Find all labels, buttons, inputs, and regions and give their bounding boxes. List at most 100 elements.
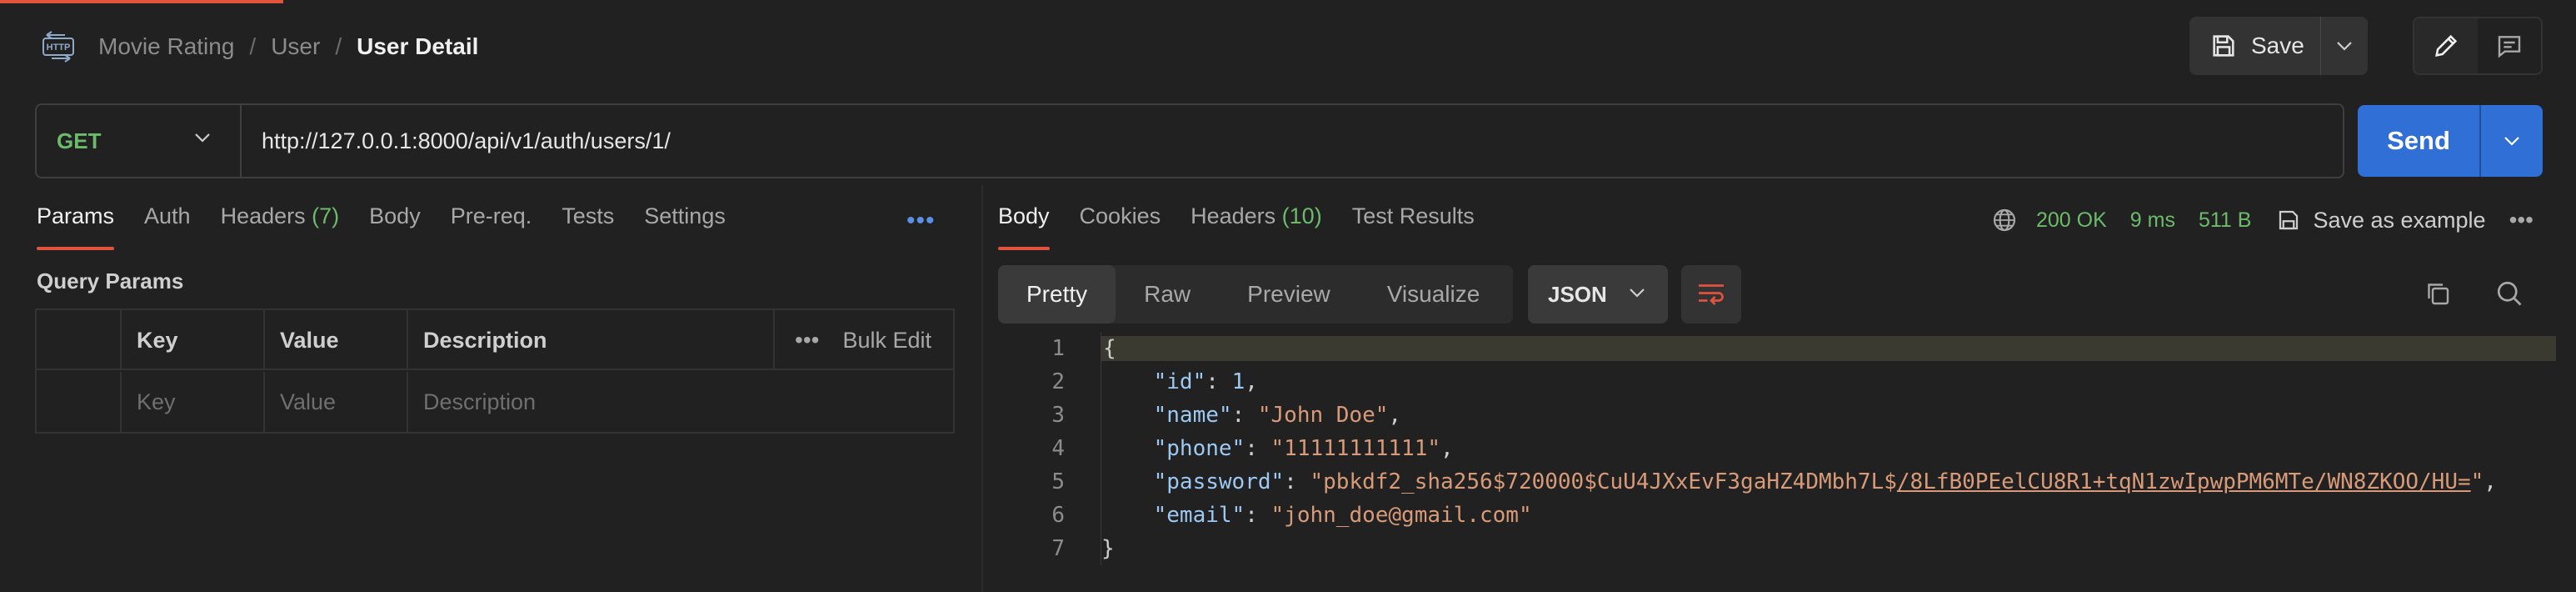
tab-params[interactable]: Params	[37, 203, 115, 250]
code-gutter	[1065, 499, 1101, 532]
response-size[interactable]: 511 B	[2199, 208, 2251, 233]
save-options-button[interactable]	[2321, 17, 2368, 75]
code-gutter	[1065, 399, 1101, 432]
breadcrumb-separator: /	[335, 33, 342, 59]
value-input[interactable]: Value	[263, 372, 407, 432]
tab-settings[interactable]: Settings	[644, 203, 726, 250]
key-input[interactable]: Key	[120, 372, 263, 432]
response-body-editor[interactable]: 1 { 2 "id": 1, 3 "name": "John Doe", 4 "…	[998, 332, 2556, 565]
tab-body[interactable]: Body	[369, 203, 421, 250]
tab-cookies[interactable]: Cookies	[1080, 203, 1161, 250]
http-request-icon: HTTP	[42, 31, 74, 63]
line-number: 2	[1051, 369, 1065, 394]
send-options-button[interactable]	[2481, 105, 2543, 177]
row-checkbox-cell	[37, 372, 120, 432]
tab-headers-label: Headers	[220, 203, 306, 228]
breadcrumb-separator: /	[249, 33, 257, 59]
view-tab-visualize[interactable]: Visualize	[1359, 265, 1509, 324]
code-line: 3 "name": "John Doe",	[998, 399, 2556, 432]
method-label: GET	[57, 128, 102, 153]
table-row: Key Value Description	[37, 372, 953, 432]
line-number: 3	[1051, 403, 1065, 428]
tab-pre-request[interactable]: Pre-req.	[451, 203, 532, 250]
breadcrumb: Movie Rating / User / User Detail	[98, 30, 478, 63]
pencil-icon	[2435, 34, 2458, 57]
code-gutter	[1065, 532, 1101, 565]
save-as-example-label: Save as example	[2313, 207, 2486, 233]
request-tabs: Params Auth Headers (7) Body Pre-req. Te…	[37, 203, 756, 250]
response-time[interactable]: 9 ms	[2130, 208, 2175, 233]
svg-text:HTTP: HTTP	[47, 43, 71, 53]
search-icon[interactable]	[2494, 278, 2524, 309]
description-input[interactable]: Description	[407, 372, 955, 432]
method-select[interactable]: GET	[37, 105, 242, 177]
wrap-lines-button[interactable]	[1681, 265, 1741, 324]
bulk-edit-link[interactable]: Bulk Edit	[842, 328, 931, 354]
code-gutter	[1065, 365, 1101, 399]
chevron-down-icon	[2504, 137, 2519, 146]
save-label: Save	[2251, 33, 2304, 58]
tab-headers-count: (7)	[312, 203, 340, 228]
save-button[interactable]: Save	[2189, 17, 2321, 75]
column-header-description: Description	[407, 310, 781, 370]
send-button[interactable]: Send	[2358, 105, 2481, 177]
url-input[interactable]: http://127.0.0.1:8000/api/v1/auth/users/…	[242, 128, 2343, 154]
line-number: 6	[1051, 503, 1065, 528]
code-text: {	[1101, 336, 2556, 361]
chevron-down-icon	[2337, 42, 2352, 51]
code-line: 7 }	[998, 532, 2556, 565]
json-phone-value: 11111111111	[1284, 436, 1428, 461]
view-mode-tabs: Pretty Raw Preview Visualize	[998, 265, 1513, 324]
code-text: "phone": "11111111111",	[1153, 436, 1454, 461]
line-number: 7	[1051, 536, 1065, 561]
tab-headers[interactable]: Headers (7)	[221, 203, 340, 250]
tab-tests[interactable]: Tests	[562, 203, 614, 250]
breadcrumb-folder[interactable]: User	[271, 33, 320, 60]
json-name-value: John Doe	[1271, 403, 1375, 428]
format-select[interactable]: JSON	[1528, 265, 1668, 324]
json-password-link[interactable]: /8LfB0PEelCU8R1+tqN1zwIpwpPM6MTe/WN8ZKOO…	[1897, 469, 2471, 494]
json-password-value: pbkdf2_sha256$720000$CuU4JXxEvF3gaHZ4DMb…	[1323, 469, 1897, 494]
tab-response-body[interactable]: Body	[998, 203, 1050, 250]
bulk-edit-area: ••• Bulk Edit	[795, 310, 931, 370]
tab-test-results[interactable]: Test Results	[1352, 203, 1475, 250]
line-number: 4	[1051, 436, 1065, 461]
breadcrumb-collection[interactable]: Movie Rating	[98, 33, 234, 60]
line-number: 5	[1051, 469, 1065, 494]
column-divider	[773, 310, 775, 370]
code-text: "password": "pbkdf2_sha256$720000$CuU4JX…	[1153, 469, 2497, 494]
more-options-icon[interactable]: •••	[906, 207, 936, 235]
globe-icon[interactable]	[1991, 207, 2018, 233]
json-id-value: 1	[1231, 369, 1246, 394]
response-status: 200 OK 9 ms 511 B Save as example •••	[1991, 207, 2534, 233]
view-tab-preview[interactable]: Preview	[1219, 265, 1359, 324]
panel-divider[interactable]	[981, 185, 983, 592]
table-more-icon[interactable]: •••	[795, 327, 819, 354]
chevron-down-icon	[195, 133, 210, 143]
wrap-lines-icon	[1699, 284, 1724, 305]
tab-auth[interactable]: Auth	[144, 203, 191, 250]
code-line: 4 "phone": "11111111111",	[998, 432, 2556, 465]
response-more-icon[interactable]: •••	[2509, 207, 2534, 233]
json-email-value: john_doe@gmail.com	[1284, 503, 1519, 528]
query-params-title: Query Params	[37, 268, 184, 293]
comment-icon	[2498, 36, 2521, 58]
response-tabs: Body Cookies Headers (10) Test Results	[998, 203, 1505, 250]
code-gutter	[1065, 332, 1101, 365]
code-line: 2 "id": 1,	[998, 365, 2556, 399]
view-tab-raw[interactable]: Raw	[1116, 265, 1219, 324]
code-text: "email": "john_doe@gmail.com"	[1153, 503, 1532, 528]
table-header-row: Key Value Description ••• Bulk Edit	[37, 310, 953, 370]
save-as-example-button[interactable]: Save as example	[2276, 207, 2486, 233]
edit-button[interactable]	[2414, 18, 2478, 73]
checkbox-column-header	[37, 310, 120, 370]
comments-button[interactable]	[2478, 18, 2541, 73]
status-code[interactable]: 200 OK	[2036, 208, 2107, 233]
breadcrumb-current[interactable]: User Detail	[357, 33, 478, 60]
view-tab-pretty[interactable]: Pretty	[998, 265, 1116, 324]
code-text: "name": "John Doe",	[1153, 403, 1402, 428]
code-gutter	[1065, 465, 1101, 499]
view-mode-toggle	[2413, 17, 2543, 75]
tab-response-headers[interactable]: Headers (10)	[1191, 203, 1322, 250]
copy-icon[interactable]	[2423, 278, 2453, 309]
